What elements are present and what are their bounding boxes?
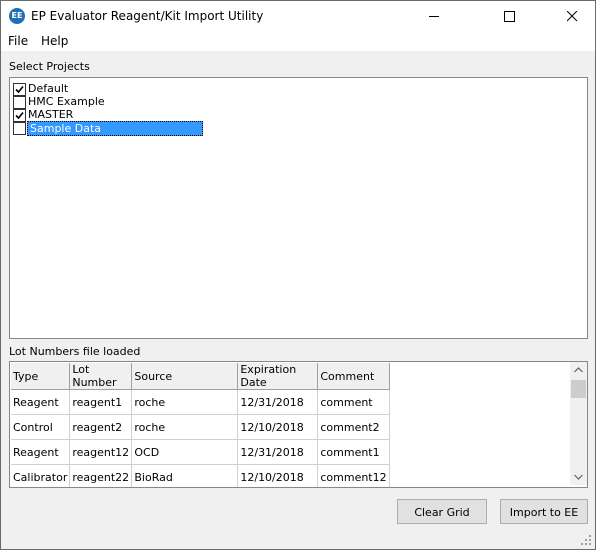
cell-comment[interactable]: comment1 — [317, 439, 390, 465]
column-header-type[interactable]: Type — [11, 363, 71, 390]
checkbox-default[interactable] — [13, 83, 26, 96]
scrollbar-thumb[interactable] — [571, 380, 586, 398]
cell-expiration-date[interactable]: 12/10/2018 — [237, 464, 319, 487]
import-button[interactable]: Import to EE — [500, 499, 588, 524]
maximize-icon — [504, 11, 515, 22]
cell-source[interactable]: BioRad — [131, 464, 239, 487]
cell-type[interactable]: Reagent — [11, 439, 71, 465]
column-header-expiration-date[interactable]: Expiration Date — [237, 363, 319, 390]
cell-lot-number[interactable]: reagent1 — [69, 389, 133, 415]
table-row[interactable]: Reagent reagent1 roche 12/31/2018 commen… — [11, 389, 390, 415]
cell-expiration-date[interactable]: 12/31/2018 — [237, 389, 319, 415]
cell-type[interactable]: Control — [11, 414, 71, 440]
minimize-icon — [429, 16, 439, 17]
check-icon — [15, 85, 24, 94]
project-label: Default — [28, 82, 69, 95]
check-icon — [15, 111, 24, 120]
app-icon: EE — [9, 8, 25, 24]
cell-comment[interactable]: comment12 — [317, 464, 390, 487]
checkbox-hmc-example[interactable] — [13, 96, 26, 109]
column-header-lot-number[interactable]: Lot Number — [69, 363, 133, 390]
close-icon — [567, 11, 578, 22]
minimize-button[interactable] — [411, 1, 457, 31]
cell-source[interactable]: roche — [131, 414, 239, 440]
maximize-button[interactable] — [504, 1, 550, 31]
lot-numbers-grid[interactable]: Type Lot Number Source Expiration Date C… — [9, 361, 588, 488]
project-label: HMC Example — [28, 95, 105, 108]
project-label: MASTER — [28, 108, 74, 121]
scroll-up-icon[interactable] — [574, 367, 583, 373]
column-header-comment[interactable]: Comment — [317, 363, 390, 390]
checkbox-sample-data[interactable] — [13, 122, 26, 135]
cell-type[interactable]: Reagent — [11, 389, 71, 415]
table-row[interactable]: Control reagent2 roche 12/10/2018 commen… — [11, 414, 390, 440]
close-button[interactable] — [549, 1, 595, 31]
cell-comment[interactable]: comment2 — [317, 414, 390, 440]
window-title: EP Evaluator Reagent/Kit Import Utility — [31, 9, 264, 23]
cell-expiration-date[interactable]: 12/31/2018 — [237, 439, 319, 465]
checkbox-master[interactable] — [13, 109, 26, 122]
cell-expiration-date[interactable]: 12/10/2018 — [237, 414, 319, 440]
grid-vertical-scrollbar[interactable] — [570, 362, 587, 485]
grid-header-row: Type Lot Number Source Expiration Date C… — [11, 363, 390, 390]
table-row[interactable]: Calibrator reagent22 BioRad 12/10/2018 c… — [11, 464, 390, 487]
grid-status-label: Lot Numbers file loaded — [9, 345, 141, 358]
menu-bar: File Help — [1, 31, 595, 51]
scroll-down-icon[interactable] — [574, 474, 583, 480]
cell-type[interactable]: Calibrator — [11, 464, 71, 487]
cell-lot-number[interactable]: reagent22 — [69, 464, 133, 487]
projects-list[interactable]: Default HMC Example MASTER Sample Data — [9, 77, 588, 339]
grid-table: Type Lot Number Source Expiration Date C… — [11, 363, 390, 487]
resize-grip-icon[interactable] — [581, 535, 592, 546]
cell-source[interactable]: roche — [131, 389, 239, 415]
app-window: EE EP Evaluator Reagent/Kit Import Utili… — [0, 0, 596, 550]
cell-lot-number[interactable]: reagent2 — [69, 414, 133, 440]
table-row[interactable]: Reagent reagent12 OCD 12/31/2018 comment… — [11, 439, 390, 465]
menu-help[interactable]: Help — [41, 34, 68, 48]
project-label: Sample Data — [27, 121, 203, 136]
cell-comment[interactable]: comment — [317, 389, 390, 415]
cell-source[interactable]: OCD — [131, 439, 239, 465]
select-projects-label: Select Projects — [9, 60, 90, 73]
title-bar[interactable]: EE EP Evaluator Reagent/Kit Import Utili… — [1, 1, 595, 31]
menu-file[interactable]: File — [8, 34, 28, 48]
clear-grid-button[interactable]: Clear Grid — [397, 499, 487, 524]
column-header-source[interactable]: Source — [131, 363, 239, 390]
cell-lot-number[interactable]: reagent12 — [69, 439, 133, 465]
